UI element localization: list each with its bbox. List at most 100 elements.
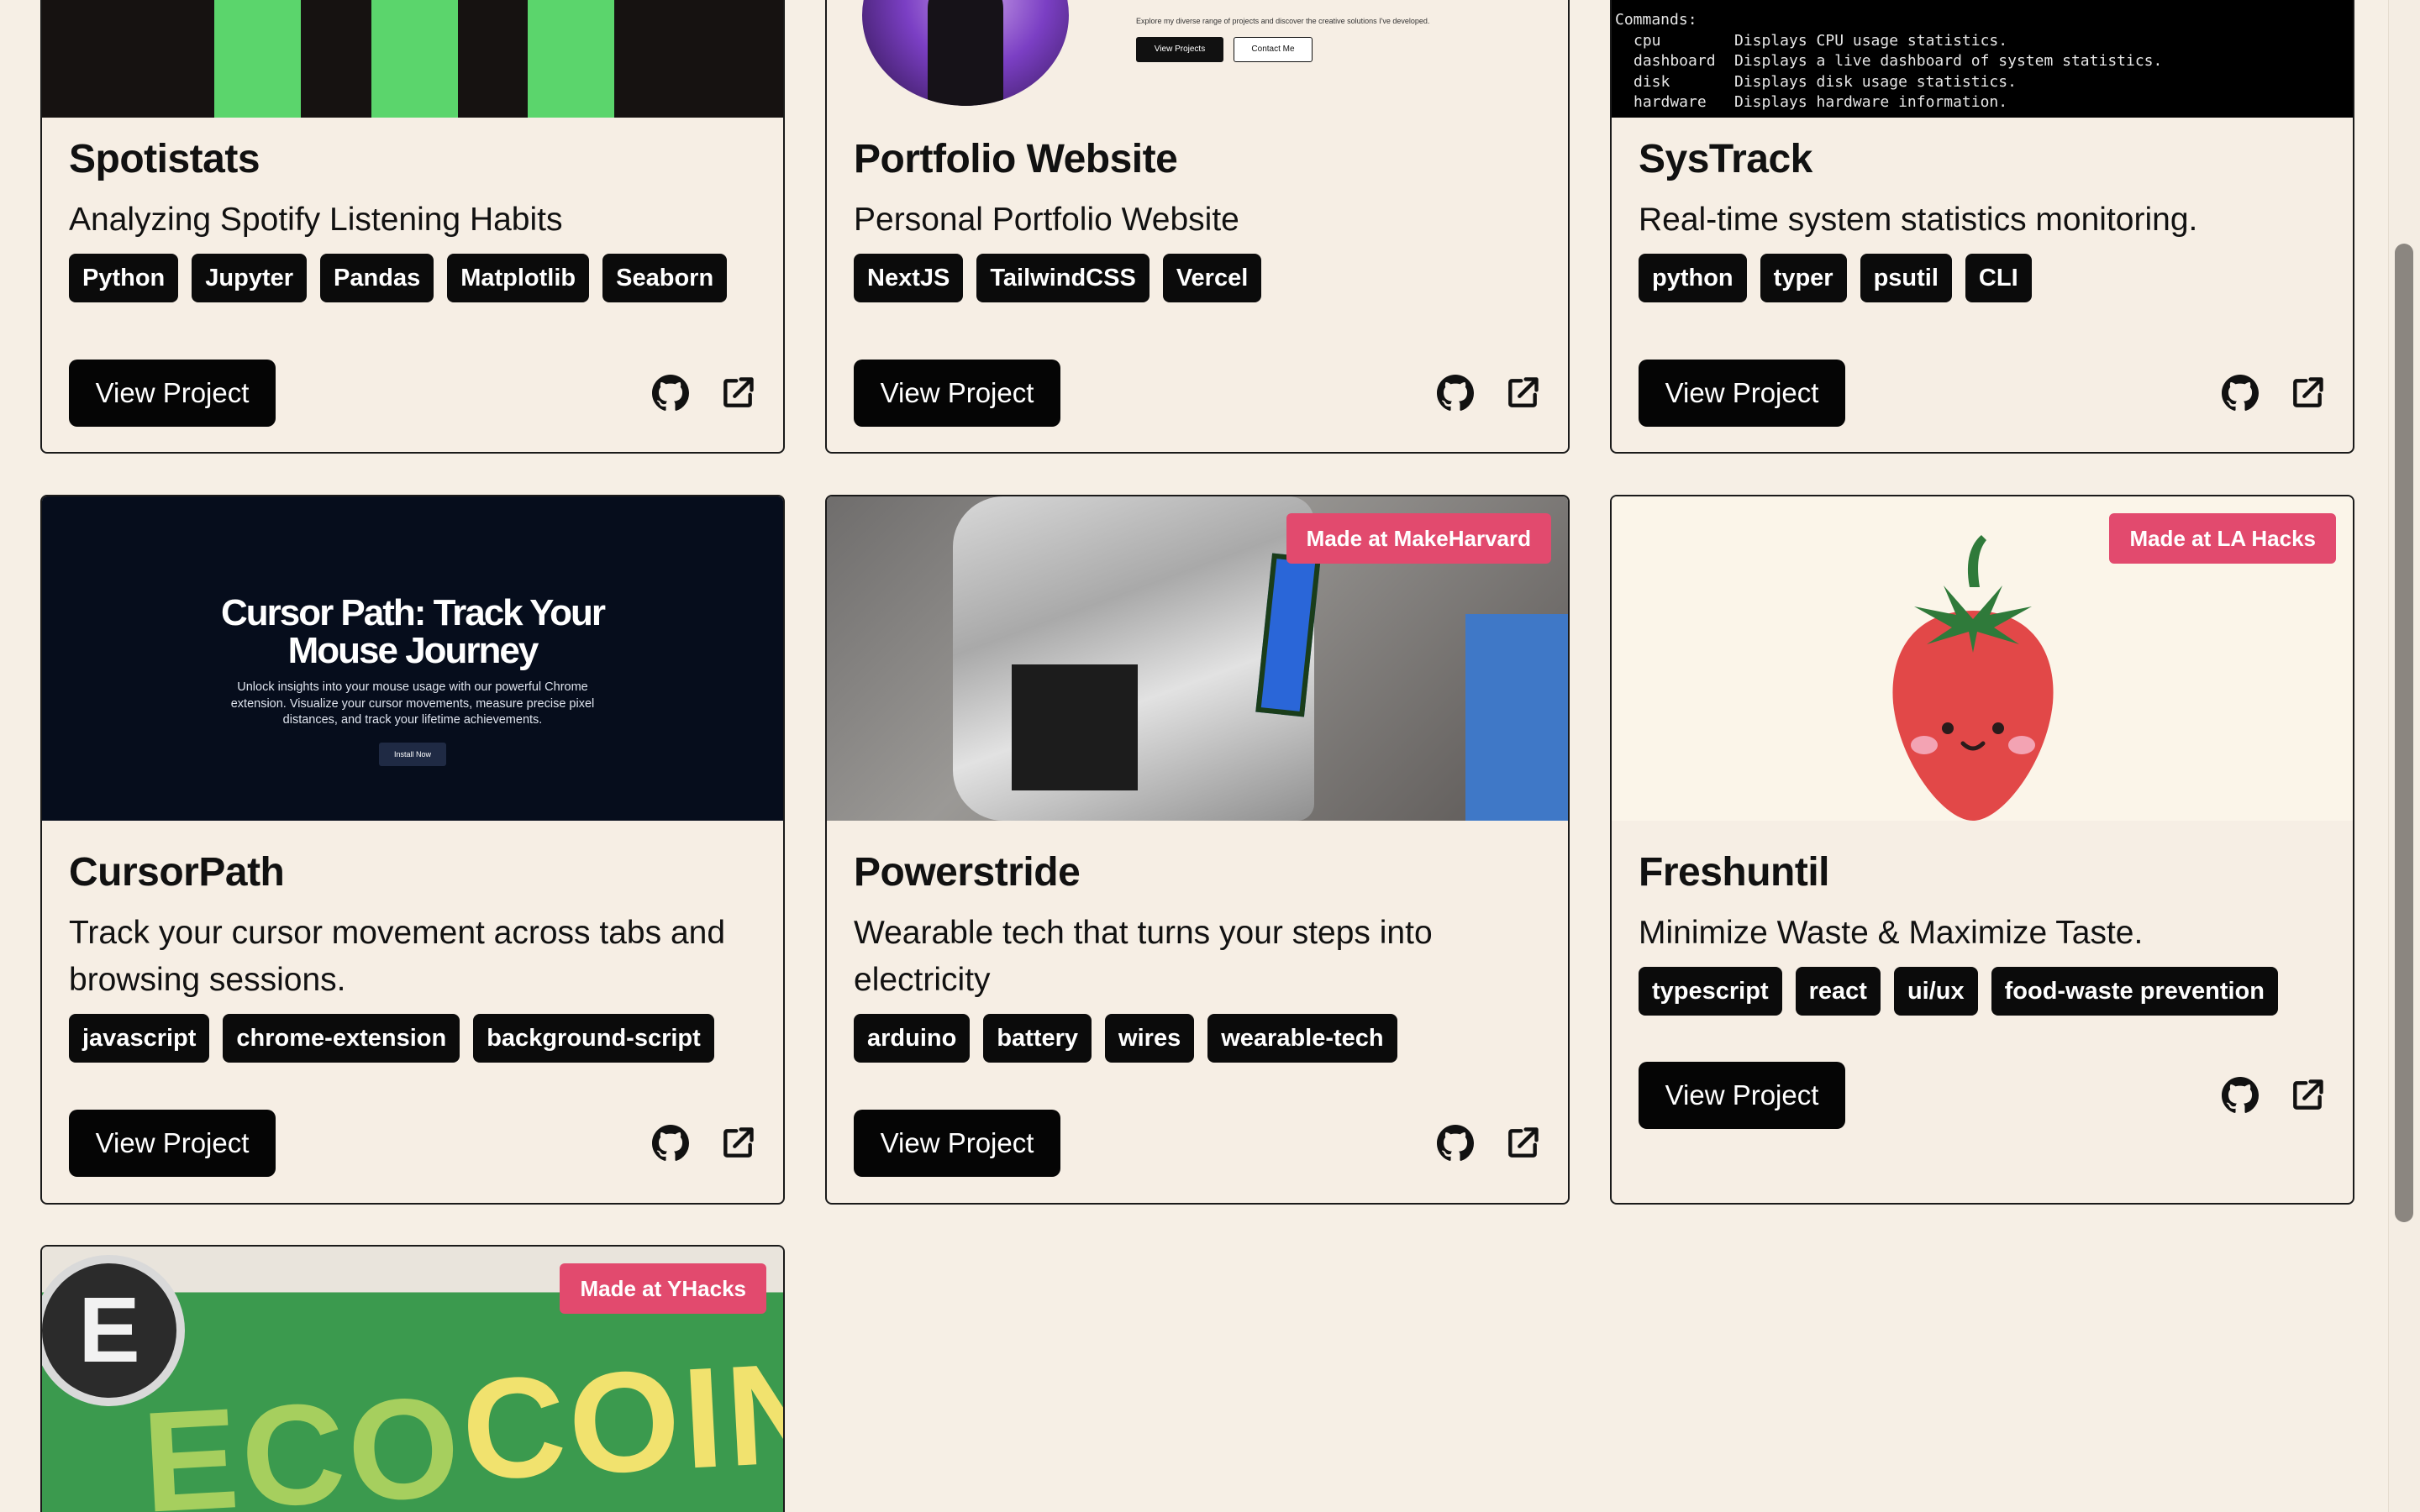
terminal-command: dashboard — [1634, 52, 1716, 70]
tag: Seaborn — [602, 254, 728, 302]
project-card-portfolio: Explore my diverse range of projects and… — [825, 0, 1570, 454]
coin-word: COIN — [458, 1331, 783, 1511]
terminal-command: hardware — [1634, 93, 1707, 111]
tag: wearable-tech — [1207, 1014, 1397, 1063]
project-title: CursorPath — [69, 850, 285, 895]
project-thumbnail — [42, 0, 783, 118]
preview-view-projects-button: View Projects — [1136, 37, 1223, 62]
project-title: Portfolio Website — [854, 137, 1178, 181]
preview-description-line: extension. Visualize your cursor movemen… — [230, 696, 595, 711]
github-icon[interactable] — [2222, 1077, 2259, 1114]
terminal-line: hardware Displays hardware information. — [1615, 92, 2353, 113]
tag: Python — [69, 254, 179, 302]
external-link-icon[interactable] — [2289, 375, 2326, 412]
github-icon[interactable] — [652, 1125, 689, 1162]
terminal-command: cpu — [1634, 31, 1661, 50]
hackathon-badge: Made at YHacks — [560, 1263, 766, 1314]
tag-list: javascript chrome-extension background-s… — [69, 1014, 756, 1063]
tag-list: python typer psutil CLI — [1639, 254, 2326, 302]
logo-letter: E — [78, 1278, 140, 1382]
view-project-button[interactable]: View Project — [1639, 360, 1845, 427]
github-icon[interactable] — [1437, 1125, 1474, 1162]
terminal-text: Displays a live dashboard of system stat… — [1734, 52, 2163, 70]
tag-list: NextJS TailwindCSS Vercel — [854, 254, 1541, 302]
project-description: Track your cursor movement across tabs a… — [69, 915, 726, 998]
avatar-person-shape — [928, 0, 1003, 106]
preview-heading-line: Cursor Path: Track Your — [220, 592, 606, 633]
external-link-icon[interactable] — [719, 1125, 756, 1162]
photo-jeans-shape — [1465, 614, 1568, 821]
tag: arduino — [854, 1014, 971, 1063]
preview-description-line: Unlock insights into your mouse usage wi… — [237, 680, 588, 694]
tag: typescript — [1639, 967, 1782, 1016]
bar-shape — [214, 0, 301, 118]
terminal-text: Displays disk usage statistics. — [1734, 72, 2017, 91]
tag: javascript — [69, 1014, 210, 1063]
project-card-spotistats: Spotistats Analyzing Spotify Listening H… — [40, 0, 785, 454]
terminal-line: dashboard Displays a live dashboard of s… — [1615, 51, 2353, 72]
tag: react — [1795, 967, 1881, 1016]
view-project-button[interactable]: View Project — [854, 1110, 1060, 1177]
external-link-icon[interactable] — [1504, 375, 1541, 412]
terminal-command: disk — [1634, 72, 1670, 91]
view-project-button[interactable]: View Project — [1639, 1062, 1845, 1129]
page-scrollbar[interactable] — [2388, 0, 2420, 1512]
avatar — [862, 0, 1069, 106]
project-card-powerstride: Made at MakeHarvard Powerstride Wearable… — [825, 495, 1570, 1205]
tag-list: arduino battery wires wearable-tech — [854, 1014, 1541, 1063]
scrollbar-thumb[interactable] — [2395, 244, 2413, 1222]
preview-install-button: Install Now — [379, 742, 446, 766]
github-icon[interactable] — [652, 375, 689, 412]
view-project-button[interactable]: View Project — [69, 1110, 276, 1177]
github-icon[interactable] — [2222, 375, 2259, 412]
tag-list: Python Jupyter Pandas Matplotlib Seaborn — [69, 254, 756, 302]
preview-description-line: distances, and track your lifetime achie… — [282, 713, 543, 727]
tag: TailwindCSS — [976, 254, 1150, 302]
eco-word: ECO — [139, 1367, 467, 1512]
tag: Vercel — [1162, 254, 1262, 302]
tag: Pandas — [320, 254, 434, 302]
project-title: Powerstride — [854, 850, 1081, 895]
tag: CLI — [1965, 254, 2032, 302]
project-thumbnail: Cursor Path: Track Your Mouse Journey Un… — [42, 496, 783, 821]
project-description: Minimize Waste & Maximize Taste. — [1639, 915, 2144, 951]
tag: background-script — [473, 1014, 714, 1063]
strawberry-illustration — [1892, 535, 2054, 821]
terminal-header: Commands: — [1615, 11, 1697, 29]
tag: wires — [1105, 1014, 1195, 1063]
tag: battery — [983, 1014, 1092, 1063]
bar-shape — [528, 0, 614, 118]
project-thumbnail: Explore my diverse range of projects and… — [827, 0, 1568, 118]
external-link-icon[interactable] — [2289, 1077, 2326, 1114]
github-icon[interactable] — [1437, 375, 1474, 412]
view-project-button[interactable]: View Project — [854, 360, 1060, 427]
preview-heading-line: Mouse Journey — [287, 630, 539, 671]
project-thumbnail: Commands: cpu Displays CPU usage statist… — [1612, 0, 2353, 118]
project-title: Spotistats — [69, 137, 260, 181]
project-description: Wearable tech that turns your steps into… — [854, 915, 1433, 998]
hackathon-badge: Made at LA Hacks — [2109, 513, 2336, 564]
terminal-text: Displays hardware information. — [1734, 93, 2008, 111]
project-card-freshuntil: Made at LA Hacks Freshuntil Minimize Was… — [1610, 495, 2354, 1205]
hackathon-badge: Made at MakeHarvard — [1286, 513, 1551, 564]
tag: NextJS — [854, 254, 964, 302]
project-title: Freshuntil — [1639, 850, 1830, 895]
preview-description: Unlock insights into your mouse usage wi… — [42, 680, 783, 729]
project-card-cursorpath: Cursor Path: Track Your Mouse Journey Un… — [40, 495, 785, 1205]
photo-strap-shape — [1012, 664, 1138, 790]
project-description: Analyzing Spotify Listening Habits — [69, 202, 563, 238]
tag: chrome-extension — [223, 1014, 460, 1063]
tag: Matplotlib — [447, 254, 590, 302]
tag: food-waste prevention — [1991, 967, 2278, 1016]
terminal-line: disk Displays disk usage statistics. — [1615, 72, 2353, 93]
external-link-icon[interactable] — [1504, 1125, 1541, 1162]
view-project-button[interactable]: View Project — [69, 360, 276, 427]
tag: typer — [1760, 254, 1847, 302]
tag: python — [1639, 254, 1747, 302]
external-link-icon[interactable] — [719, 375, 756, 412]
preview-contact-button: Contact Me — [1234, 37, 1313, 62]
terminal-text: Displays CPU usage statistics. — [1734, 31, 2008, 50]
preview-heading: Cursor Path: Track Your Mouse Journey — [42, 594, 783, 669]
project-description: Real-time system statistics monitoring. — [1639, 202, 2198, 238]
tag: Jupyter — [192, 254, 308, 302]
